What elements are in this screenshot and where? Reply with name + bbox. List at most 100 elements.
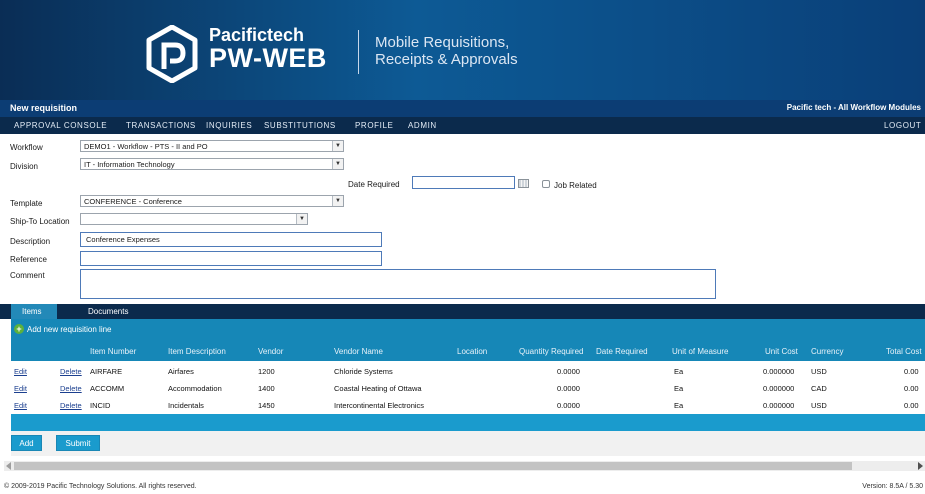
scroll-right-arrow-icon[interactable] <box>918 462 923 470</box>
copyright-text: © 2009-2019 Pacific Technology Solutions… <box>4 483 197 490</box>
workflow-select[interactable]: DEMO1 - Workflow - PTS - II and PO ▼ <box>80 140 344 152</box>
cell-vendor: 1400 <box>258 384 275 393</box>
horizontal-scrollbar[interactable] <box>4 461 925 471</box>
col-vendor: Vendor <box>258 347 284 356</box>
logo-divider <box>358 30 359 74</box>
cell-uom: Ea <box>674 401 684 410</box>
col-item-number: Item Number <box>90 347 137 356</box>
cell-uom: Ea <box>674 367 684 376</box>
reference-label: Reference <box>10 255 47 264</box>
template-label: Template <box>10 199 43 208</box>
cell-vendor: 1450 <box>258 401 275 410</box>
action-bar: Add Submit <box>11 431 925 456</box>
tagline-line-2: Receipts & Approvals <box>375 51 518 68</box>
submit-button[interactable]: Submit <box>56 435 100 451</box>
cell-item-number: INCID <box>90 401 111 410</box>
chevron-down-icon: ▼ <box>332 196 343 206</box>
edit-link[interactable]: Edit <box>14 367 27 376</box>
header-banner: Pacifictech PW-WEB Mobile Requisitions, … <box>0 0 925 100</box>
tab-bar: Items Documents <box>0 304 925 319</box>
cell-vendor-name: Intercontinental Electronics <box>334 401 425 410</box>
delete-link[interactable]: Delete <box>60 401 82 410</box>
cell-unit-cost: 0.000000 <box>763 401 795 410</box>
cell-vendor-name: Coastal Heating of Ottawa <box>334 384 422 393</box>
division-select[interactable]: IT - Information Technology ▼ <box>80 158 344 170</box>
menu-substitutions[interactable]: SUBSTITUTIONS <box>264 121 336 130</box>
edit-link[interactable]: Edit <box>14 401 27 410</box>
edit-link[interactable]: Edit <box>14 384 27 393</box>
cell-total-cost: 0.00 <box>904 384 919 393</box>
col-unit-cost: Unit Cost <box>765 347 798 356</box>
job-related-checkbox[interactable] <box>542 180 550 188</box>
cell-total-cost: 0.00 <box>904 401 919 410</box>
col-quantity-required: Quantity Required <box>519 347 584 356</box>
cell-vendor: 1200 <box>258 367 275 376</box>
menu-admin[interactable]: ADMIN <box>408 121 437 130</box>
delete-link[interactable]: Delete <box>60 384 82 393</box>
date-required-input[interactable] <box>412 176 515 189</box>
brand-tagline: Mobile Requisitions, Receipts & Approval… <box>375 34 518 68</box>
delete-link[interactable]: Delete <box>60 367 82 376</box>
add-button[interactable]: Add <box>11 435 42 451</box>
cell-quantity: 0.0000 <box>557 401 580 410</box>
add-line-label[interactable]: Add new requisition line <box>27 325 112 334</box>
template-value: CONFERENCE - Conference <box>84 197 182 206</box>
comment-textarea[interactable] <box>80 269 716 299</box>
logout-link[interactable]: LOGOUT <box>884 121 921 130</box>
cell-quantity: 0.0000 <box>557 367 580 376</box>
chevron-down-icon: ▼ <box>332 159 343 169</box>
template-select[interactable]: CONFERENCE - Conference ▼ <box>80 195 344 207</box>
tagline-line-1: Mobile Requisitions, <box>375 34 510 51</box>
cell-unit-cost: 0.000000 <box>763 384 795 393</box>
add-circle-icon[interactable]: + <box>14 324 24 334</box>
main-menu: APPROVAL CONSOLE TRANSACTIONS INQUIRIES … <box>0 117 925 134</box>
cell-quantity: 0.0000 <box>557 384 580 393</box>
description-input[interactable]: Conference Expenses <box>80 232 382 247</box>
division-value: IT - Information Technology <box>84 160 175 169</box>
ship-to-label: Ship-To Location <box>10 217 70 226</box>
comment-label: Comment <box>10 271 45 280</box>
menu-approval-console[interactable]: APPROVAL CONSOLE <box>14 121 107 130</box>
cell-item-number: ACCOMM <box>90 384 125 393</box>
cell-item-description: Accommodation <box>168 384 222 393</box>
table-row: Edit Delete ACCOMM Accommodation 1400 Co… <box>11 379 925 396</box>
ship-to-select[interactable]: ▼ <box>80 213 308 225</box>
table-row: Edit Delete AIRFARE Airfares 1200 Chlori… <box>11 362 925 379</box>
col-vendor-name: Vendor Name <box>334 347 383 356</box>
cell-item-description: Incidentals <box>168 401 204 410</box>
table-header: Item Number Item Description Vendor Vend… <box>11 339 925 361</box>
tab-documents[interactable]: Documents <box>88 304 128 319</box>
col-location: Location <box>457 347 488 356</box>
add-line-bar[interactable]: + Add new requisition line <box>11 319 925 339</box>
table-footer <box>11 414 925 431</box>
calendar-icon[interactable] <box>518 179 529 188</box>
cell-unit-cost: 0.000000 <box>763 367 795 376</box>
cell-vendor-name: Chloride Systems <box>334 367 393 376</box>
col-unit-of-measure: Unit of Measure <box>672 347 729 356</box>
workflow-label: Workflow <box>10 143 43 152</box>
pacifictech-logo-icon <box>146 25 198 83</box>
division-label: Division <box>10 162 39 171</box>
cell-total-cost: 0.00 <box>904 367 919 376</box>
menu-transactions[interactable]: TRANSACTIONS <box>126 121 196 130</box>
workflow-value: DEMO1 - Workflow - PTS - II and PO <box>84 142 208 151</box>
scroll-left-arrow-icon[interactable] <box>6 462 11 470</box>
job-related-label: Job Related <box>554 181 597 190</box>
version-text: Version: 8.5A / 5.30 <box>862 483 923 490</box>
cell-currency: USD <box>811 367 827 376</box>
cell-currency: USD <box>811 401 827 410</box>
tab-items[interactable]: Items <box>11 304 57 319</box>
chevron-down-icon: ▼ <box>296 214 307 224</box>
product-name: PW-WEB <box>209 43 327 73</box>
scrollbar-thumb[interactable] <box>14 462 852 470</box>
reference-input[interactable] <box>80 251 382 266</box>
brand-name: Pacifictech <box>209 25 305 45</box>
table-row: Edit Delete INCID Incidentals 1450 Inter… <box>11 396 925 413</box>
chevron-down-icon: ▼ <box>332 141 343 151</box>
cell-currency: CAD <box>811 384 827 393</box>
menu-inquiries[interactable]: INQUIRIES <box>206 121 252 130</box>
menu-profile[interactable]: PROFILE <box>355 121 393 130</box>
page-title: New requisition <box>10 103 78 113</box>
col-item-description: Item Description <box>168 347 226 356</box>
module-title: Pacific tech - All Workflow Modules <box>786 103 921 112</box>
